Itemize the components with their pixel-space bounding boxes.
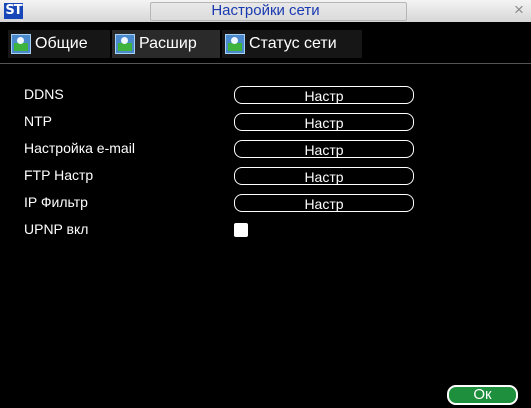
tab-divider <box>0 63 531 64</box>
setting-row-upnp: UPNP вкл <box>24 219 444 241</box>
email-label: Настройка e-mail <box>24 140 135 156</box>
ntp-setup-button[interactable]: Настр <box>234 113 414 131</box>
setting-row-ntp: NTP Настр <box>24 111 444 133</box>
ftp-label: FTP Настр <box>24 167 94 183</box>
tab-general-label: Общие <box>35 35 88 52</box>
tab-bar: Общие Расшир Статус сети <box>0 22 531 64</box>
setting-row-email: Настройка e-mail Настр <box>24 138 444 160</box>
setting-row-ip-filter: IP Фильтр Настр <box>24 192 444 214</box>
upnp-checkbox[interactable] <box>234 223 248 237</box>
ftp-setup-button[interactable]: Настр <box>234 167 414 185</box>
tab-network-status-label: Статус сети <box>249 35 337 52</box>
network-settings-icon <box>115 34 135 54</box>
ok-button[interactable]: Ок <box>447 385 518 405</box>
tab-general[interactable]: Общие <box>8 30 110 58</box>
setting-row-ftp: FTP Настр Настр <box>24 165 444 187</box>
close-icon[interactable]: × <box>511 1 527 19</box>
ntp-label: NTP <box>24 113 52 129</box>
tab-network-status[interactable]: Статус сети <box>222 30 362 58</box>
network-settings-icon <box>11 34 31 54</box>
ddns-setup-button[interactable]: Настр <box>234 86 414 104</box>
window-title: Настройки сети <box>211 2 320 19</box>
network-settings-icon <box>225 34 245 54</box>
setting-row-ddns: DDNS Настр <box>24 84 444 106</box>
ip-filter-label: IP Фильтр <box>24 194 88 210</box>
upnp-label: UPNP вкл <box>24 221 89 237</box>
ip-filter-setup-button[interactable]: Настр <box>234 194 414 212</box>
tab-advanced[interactable]: Расшир <box>112 30 220 58</box>
tab-advanced-label: Расшир <box>139 35 197 52</box>
ddns-label: DDNS <box>24 86 64 102</box>
email-setup-button[interactable]: Настр <box>234 140 414 158</box>
network-settings-window: ST Настройки сети × Общие Расшир Статус … <box>0 0 531 408</box>
title-bar: ST Настройки сети × <box>0 0 531 22</box>
